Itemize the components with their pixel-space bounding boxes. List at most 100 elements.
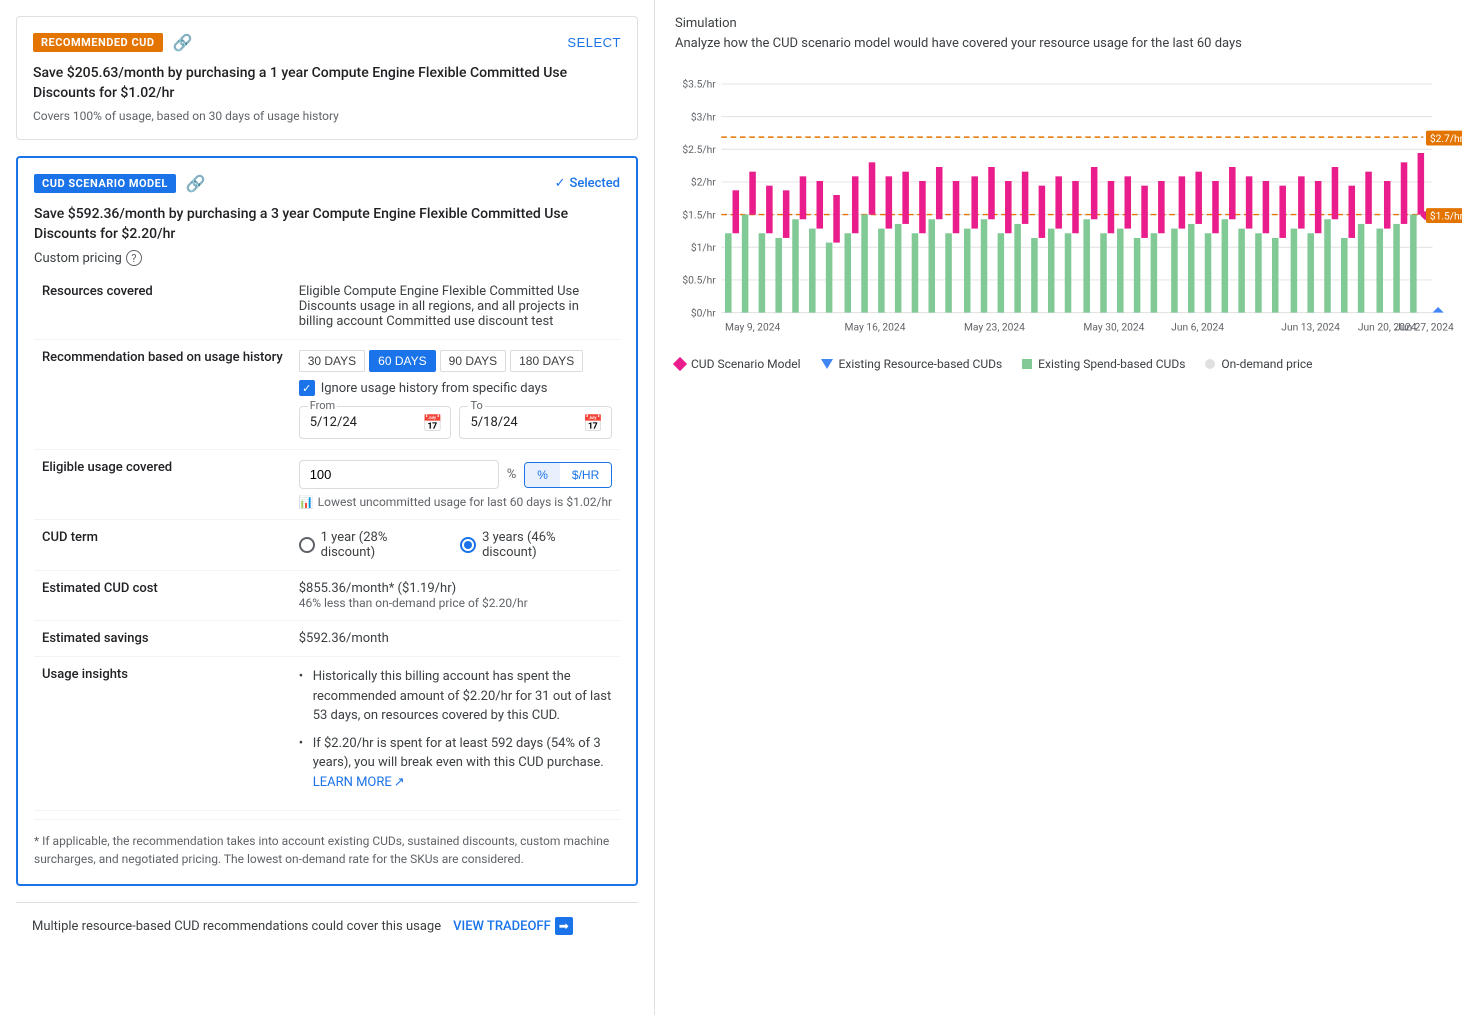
insight-item-2: If $2.20/hr is spent for at least 592 da… [299,734,613,793]
svg-text:$2.7/hr: $2.7/hr [1430,132,1462,145]
scenario-title: Save $592.36/month by purchasing a 3 yea… [34,205,620,244]
bars-week6 [1291,167,1372,313]
legend-circle-icon [1205,359,1215,369]
svg-text:$2.5/hr: $2.5/hr [682,143,716,156]
svg-text:May 30, 2024: May 30, 2024 [1083,321,1144,334]
legend-existing-resource: Existing Resource-based CUDs [821,357,1003,371]
hr-unit-btn[interactable]: $/HR [560,463,611,487]
arrow-icon: ➡ [555,917,573,935]
recommendation-row: Recommendation based on usage history 30… [34,340,620,450]
select-button[interactable]: SELECT [567,35,621,50]
usage-insights-row: Usage insights Historically this billing… [34,657,620,811]
legend-existing-spend: Existing Spend-based CUDs [1022,357,1185,371]
from-calendar-icon[interactable]: 📅 [423,413,443,432]
svg-text:May 23, 2024: May 23, 2024 [964,321,1025,334]
recommended-cud-card: RECOMMENDED CUD 🔗 SELECT Save $205.63/mo… [16,16,638,140]
scenario-badge: CUD SCENARIO MODEL [34,174,176,193]
estimated-savings-label: Estimated savings [34,621,291,657]
footer-note: * If applicable, the recommendation take… [34,819,620,868]
to-calendar-icon[interactable]: 📅 [583,413,603,432]
selected-button[interactable]: ✓ Selected [555,176,620,191]
insights-list: Historically this billing account has sp… [299,667,613,792]
checkmark-icon: ✓ [555,176,566,191]
term-3yr-option[interactable]: 3 years (46% discount) [460,530,612,560]
view-tradeoff-link[interactable]: VIEW TRADEOFF ➡ [453,917,573,935]
bars-week8 [1433,307,1444,313]
from-date-field[interactable]: From 5/12/24 📅 [299,406,452,439]
insight-item-2-text: If $2.20/hr is spent for at least 592 da… [313,736,607,771]
date-fields: From 5/12/24 📅 To 5/18/24 📅 [299,406,613,439]
eligible-usage-label: Eligible usage covered [34,450,291,520]
scenario-header: CUD SCENARIO MODEL 🔗 ✓ Selected [34,174,620,193]
bars-week4 [1083,167,1164,313]
svg-text:$0/hr: $0/hr [691,307,716,320]
legend-scenario-model: CUD Scenario Model [675,357,801,371]
svg-text:$2/hr: $2/hr [691,176,716,189]
rec-subtitle: Covers 100% of usage, based on 30 days o… [33,109,621,123]
pct-unit-btn[interactable]: % [525,463,560,487]
day-btn-90[interactable]: 90 DAYS [440,350,506,372]
cud-term-label: CUD term [34,520,291,571]
day-buttons: 30 DAYS 60 DAYS 90 DAYS 180 DAYS [299,350,613,372]
day-btn-30[interactable]: 30 DAYS [299,350,365,372]
day-btn-60[interactable]: 60 DAYS [369,350,435,372]
estimated-cost-value: $855.36/month* ($1.19/hr) 46% less than … [291,571,621,621]
svg-text:$3/hr: $3/hr [691,111,716,124]
resources-covered-value: Eligible Compute Engine Flexible Committ… [291,274,621,340]
usage-insights-label: Usage insights [34,657,291,811]
bars-week3 [964,167,1079,313]
learn-more-link[interactable]: LEARN MORE ↗ [313,773,405,793]
usage-hint: 📊 Lowest uncommitted usage for last 60 d… [299,495,613,509]
insight-item-1: Historically this billing account has sp… [299,667,613,726]
scenario-link-icon[interactable]: 🔗 [186,174,206,193]
estimated-savings-value: $592.36/month [291,621,621,657]
ignore-checkbox[interactable]: ✓ [299,380,315,396]
usage-input-row: % % $/HR [299,460,613,489]
cud-term-options: 1 year (28% discount) 3 years (46% disco… [291,520,621,571]
external-link-icon: ↗ [394,773,405,793]
bars-week5 [1171,167,1286,313]
bars-week2 [845,163,960,313]
chart-legend: CUD Scenario Model Existing Resource-bas… [675,357,1462,371]
svg-text:$1.5/hr: $1.5/hr [682,209,716,222]
legend-diamond-icon [673,357,687,371]
eligible-usage-value: % % $/HR 📊 Lowest uncommitted usage for … [291,450,621,520]
cud-term-row: CUD term 1 year (28% discount) 3 years (… [34,520,620,571]
custom-pricing-info-icon[interactable]: ? [126,250,142,266]
simulation-description: Analyze how the CUD scenario model would… [675,35,1462,53]
ignore-row: ✓ Ignore usage history from specific day… [299,380,613,396]
custom-pricing-row: Custom pricing ? [34,250,620,266]
radio-3yr-icon [460,537,476,553]
legend-square-icon [1022,359,1032,369]
detail-table: Resources covered Eligible Compute Engin… [34,274,620,811]
unit-toggle: % $/HR [524,462,612,488]
simulation-chart: $3.5/hr $3/hr $2.5/hr $2/hr $1.5/hr $1/h… [675,69,1462,349]
resources-covered-label: Resources covered [34,274,291,340]
estimated-cost-label: Estimated CUD cost [34,571,291,621]
svg-text:May 9, 2024: May 9, 2024 [725,321,780,334]
estimated-cost-row: Estimated CUD cost $855.36/month* ($1.19… [34,571,620,621]
recommended-cud-badge: RECOMMENDED CUD [33,33,163,52]
legend-triangle-icon [821,359,833,369]
rec-card-header: RECOMMENDED CUD 🔗 SELECT [33,33,621,52]
right-panel: Simulation Analyze how the CUD scenario … [655,0,1482,1015]
rec-link-icon[interactable]: 🔗 [173,33,193,52]
svg-text:$0.5/hr: $0.5/hr [682,274,716,287]
bars-week1 [725,172,840,313]
legend-on-demand: On-demand price [1205,357,1312,371]
term-options-row: 1 year (28% discount) 3 years (46% disco… [299,530,613,560]
term-1yr-option[interactable]: 1 year (28% discount) [299,530,444,560]
resources-covered-row: Resources covered Eligible Compute Engin… [34,274,620,340]
chart-svg: $3.5/hr $3/hr $2.5/hr $2/hr $1.5/hr $1/h… [675,69,1462,349]
svg-text:$1.5/hr: $1.5/hr [1430,209,1462,222]
usage-input[interactable] [299,460,499,489]
estimated-savings-row: Estimated savings $592.36/month [34,621,620,657]
to-date-field[interactable]: To 5/18/24 📅 [459,406,612,439]
scenario-card: CUD SCENARIO MODEL 🔗 ✓ Selected Save $59… [16,156,638,886]
day-btn-180[interactable]: 180 DAYS [510,350,583,372]
eligible-usage-row: Eligible usage covered % % $/HR 📊 [34,450,620,520]
rec-title: Save $205.63/month by purchasing a 1 yea… [33,64,621,103]
recommendation-label: Recommendation based on usage history [34,340,291,450]
bar-chart-icon: 📊 [299,495,314,509]
bottom-banner: Multiple resource-based CUD recommendati… [16,902,638,949]
